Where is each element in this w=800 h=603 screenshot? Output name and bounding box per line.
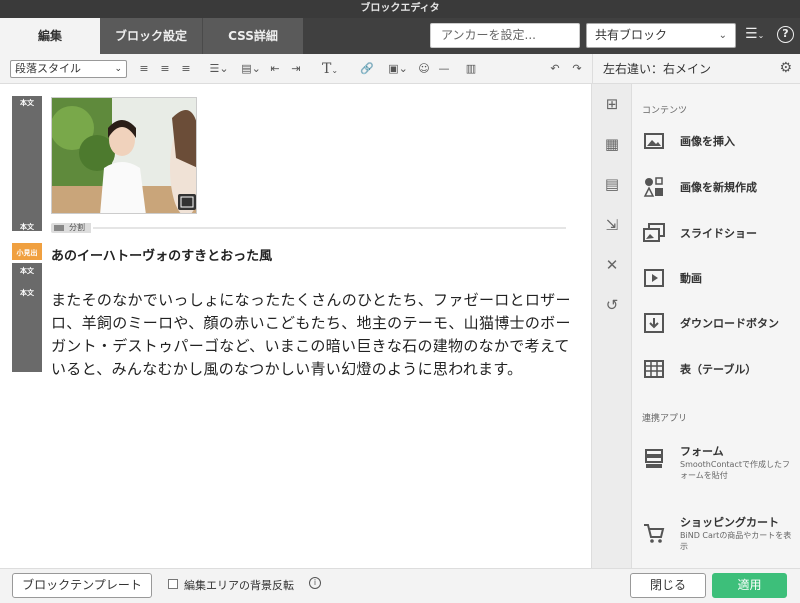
body-paragraph[interactable]: またそのなかでいっしょになったたくさんのひとたち、ファゼーロとロザーロ、羊飼のミ…	[51, 289, 581, 381]
item-label: 表（テーブル）	[680, 363, 757, 376]
block-tag: 本文	[20, 99, 34, 107]
item-label: スライドショー	[680, 227, 757, 240]
block-tag: 小見出	[16, 249, 38, 257]
shapes-icon	[643, 177, 663, 197]
sidebar-icon-column	[592, 84, 632, 568]
document-icon[interactable]: ▤	[600, 172, 624, 196]
block-template-button[interactable]: ブロックテンプレート	[12, 573, 152, 598]
item-label: フォーム	[680, 445, 724, 458]
link-icon[interactable]: 🔗	[355, 61, 379, 77]
sidebar-item-table[interactable]: 表（テーブル）	[640, 349, 795, 389]
horizontal-rule-icon[interactable]: —	[436, 61, 452, 77]
sidebar-item-shopping-cart[interactable]: ショッピングカート BiND Cartの商品やカートを表示	[640, 501, 795, 556]
item-label: 画像を挿入	[680, 135, 735, 148]
anchor-input[interactable]: アンカーを設定...	[430, 23, 580, 48]
block-tag: 本文	[20, 267, 34, 275]
tab-edit[interactable]: 編集	[0, 18, 100, 54]
sidebar-header: 左右違い：右メイン ⚙	[592, 54, 800, 84]
image-icon[interactable]: ▣⌄	[386, 61, 410, 77]
block-gutter[interactable]	[12, 96, 42, 231]
image-insert-icon	[644, 133, 664, 149]
sidebar-item-new-image[interactable]: 画像を新規作成	[640, 167, 795, 207]
sidebar-item-download-button[interactable]: ダウンロードボタン	[640, 303, 795, 343]
help-icon[interactable]: ?	[777, 26, 794, 43]
invert-bg-label: 編集エリアの背景反転	[184, 579, 294, 592]
emoji-icon[interactable]: ☺	[416, 61, 432, 77]
redo-icon[interactable]: ↷	[569, 61, 585, 77]
sidebar-title: 左右違い：右メイン	[603, 62, 712, 76]
shared-block-select[interactable]: 共有ブロック ⌄	[586, 23, 736, 48]
item-label: ショッピングカート	[680, 516, 779, 529]
split-icon	[54, 225, 64, 231]
apply-button[interactable]: 適用	[712, 573, 787, 598]
grid-blocks-icon[interactable]: ▦	[600, 132, 624, 156]
invert-bg-checkbox[interactable]	[168, 579, 178, 589]
import-icon[interactable]: ⇲	[600, 213, 624, 237]
list-icon[interactable]: ☰⌄	[207, 61, 231, 77]
cart-icon	[644, 524, 665, 543]
info-icon[interactable]: i	[309, 577, 321, 589]
paragraph-style-select[interactable]: 段落スタイル ⌄	[10, 60, 127, 78]
sidebar-item-insert-image[interactable]: 画像を挿入	[640, 121, 795, 161]
sidebar-item-video[interactable]: 動画	[640, 258, 795, 298]
divider-label: 分割	[69, 223, 85, 232]
item-description: BiND Cartの商品やカートを表示	[680, 531, 792, 551]
form-icon	[645, 449, 663, 468]
format-toolbar: 段落スタイル ⌄ ≡ ≡ ≡ ☰⌄ ▤⌄ ⇤ ⇥ T⌄ 🔗 ▣⌄ ☺ — ▥ ↶…	[0, 54, 592, 84]
item-description: SmoothContactで作成したフォームを貼付	[680, 460, 790, 480]
menu-icon[interactable]: ☰⌄	[745, 26, 764, 42]
align-left-icon[interactable]: ≡	[137, 61, 151, 77]
sidebar-item-form[interactable]: フォーム SmoothContactで作成したフォームを貼付	[640, 431, 795, 481]
block-tag: 本文	[20, 289, 34, 297]
tools-icon[interactable]: ✕	[600, 253, 624, 277]
section-content: コンテンツ	[642, 106, 688, 116]
shared-block-label: 共有ブロック	[595, 28, 668, 42]
text-format-icon[interactable]: T⌄	[318, 61, 342, 77]
history-icon[interactable]: ↺	[600, 293, 624, 317]
chevron-down-icon: ⌄	[114, 64, 122, 74]
outdent-icon[interactable]: ⇤	[268, 61, 282, 77]
add-block-icon[interactable]: ⊞	[600, 92, 624, 116]
block-gutter[interactable]	[12, 263, 42, 372]
numbered-list-icon[interactable]: ▤⌄	[239, 61, 263, 77]
subheading-text[interactable]: あのイーハトーヴォのすきとおった風	[51, 245, 272, 264]
window-title: ブロックエディタ	[0, 0, 800, 18]
table-icon	[644, 360, 664, 378]
tab-block-settings[interactable]: ブロック設定	[100, 18, 203, 54]
indent-icon[interactable]: ⇥	[289, 61, 303, 77]
video-icon	[644, 269, 664, 287]
gear-icon[interactable]: ⚙	[779, 60, 792, 76]
item-label: ダウンロードボタン	[680, 317, 779, 330]
chevron-down-icon: ⌄	[718, 30, 727, 41]
item-label: 動画	[680, 272, 702, 285]
download-icon	[644, 313, 664, 333]
undo-icon[interactable]: ↶	[547, 61, 563, 77]
close-button[interactable]: 閉じる	[630, 573, 706, 598]
slideshow-icon	[643, 223, 665, 242]
item-label: 画像を新規作成	[680, 181, 757, 194]
split-divider[interactable]: 分割	[51, 222, 566, 234]
section-apps: 連携アプリ	[642, 414, 688, 424]
columns-icon[interactable]: ▥	[463, 61, 479, 77]
paragraph-style-label: 段落スタイル	[15, 62, 81, 75]
content-image[interactable]	[51, 97, 197, 214]
align-center-icon[interactable]: ≡	[158, 61, 172, 77]
align-right-icon[interactable]: ≡	[179, 61, 193, 77]
block-editor-window: ブロックエディタ 編集 ブロック設定 CSS詳細 アンカーを設定... 共有ブロ…	[0, 0, 800, 603]
tab-css-detail[interactable]: CSS詳細	[203, 18, 303, 54]
sidebar-item-slideshow[interactable]: スライドショー	[640, 213, 795, 253]
block-tag: 本文	[20, 223, 34, 231]
